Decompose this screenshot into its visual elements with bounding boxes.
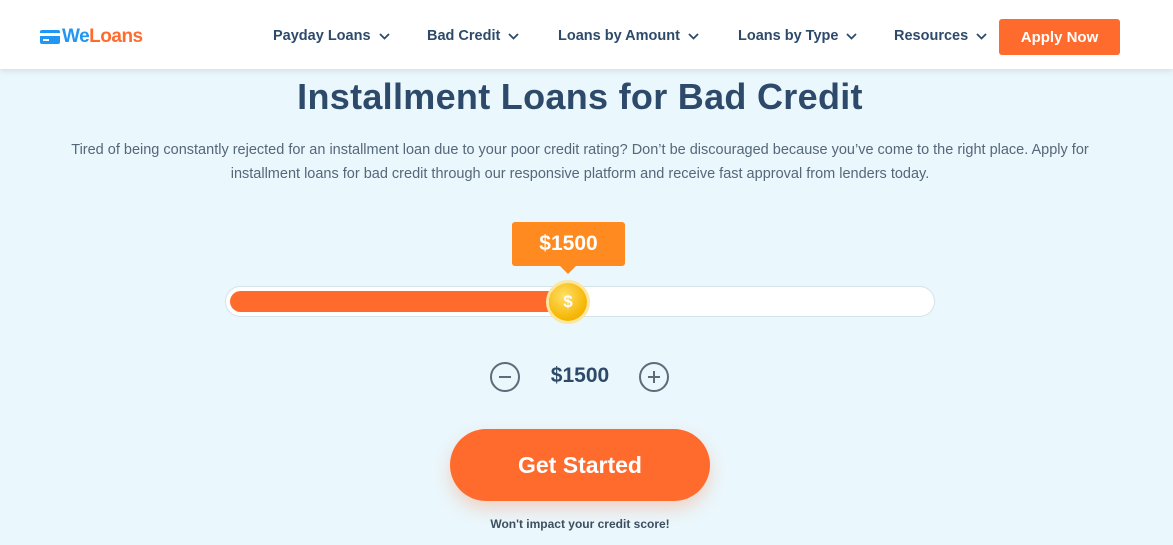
nav-label: Payday Loans bbox=[273, 28, 371, 44]
chevron-down-icon bbox=[508, 32, 519, 40]
nav-label: Bad Credit bbox=[427, 28, 501, 44]
slider-fill bbox=[230, 291, 559, 312]
increase-amount-button[interactable] bbox=[639, 362, 669, 392]
nav-label: Resources bbox=[894, 28, 969, 44]
amount-tooltip: $1500 bbox=[512, 222, 625, 274]
logo-text-we: We bbox=[62, 26, 90, 47]
get-started-button[interactable]: Get Started bbox=[450, 429, 710, 501]
intro-line-2: installment loans for bad credit through… bbox=[230, 166, 930, 182]
nav-loans-by-type[interactable]: Loans by Type bbox=[738, 28, 858, 44]
nav-payday-loans[interactable]: Payday Loans bbox=[273, 28, 390, 44]
chevron-down-icon bbox=[976, 32, 987, 40]
chevron-down-icon bbox=[688, 32, 699, 40]
decrease-amount-button[interactable] bbox=[490, 362, 520, 392]
weloans-logo[interactable]: We Loans bbox=[40, 26, 143, 48]
apply-now-button[interactable]: Apply Now bbox=[999, 19, 1120, 55]
amount-value: $1500 bbox=[550, 364, 610, 387]
credit-card-icon bbox=[40, 30, 60, 44]
minus-circle-icon bbox=[499, 376, 511, 378]
chevron-down-icon bbox=[846, 32, 858, 40]
credit-score-disclaimer: Won't impact your credit score! bbox=[490, 517, 670, 531]
nav-bad-credit[interactable]: Bad Credit bbox=[427, 28, 519, 44]
intro-paragraph: Tired of being constantly rejected for a… bbox=[60, 138, 1100, 186]
intro-line-1: Tired of being constantly rejected for a… bbox=[71, 142, 1089, 158]
logo-text-loans: Loans bbox=[89, 26, 143, 47]
nav-loans-by-amount[interactable]: Loans by Amount bbox=[558, 28, 699, 44]
nav-label: Loans by Type bbox=[738, 28, 839, 44]
nav-resources[interactable]: Resources bbox=[894, 28, 987, 44]
slider-thumb-symbol: $ bbox=[563, 292, 573, 311]
nav-label: Loans by Amount bbox=[558, 28, 680, 44]
dollar-coin-icon[interactable]: $ bbox=[549, 283, 587, 321]
plus-circle-icon bbox=[648, 371, 660, 383]
page-title: Installment Loans for Bad Credit bbox=[297, 76, 863, 117]
top-navigation-bar: We Loans Payday Loans Bad Credit Loans by… bbox=[0, 0, 1173, 69]
chevron-down-icon bbox=[378, 32, 390, 40]
